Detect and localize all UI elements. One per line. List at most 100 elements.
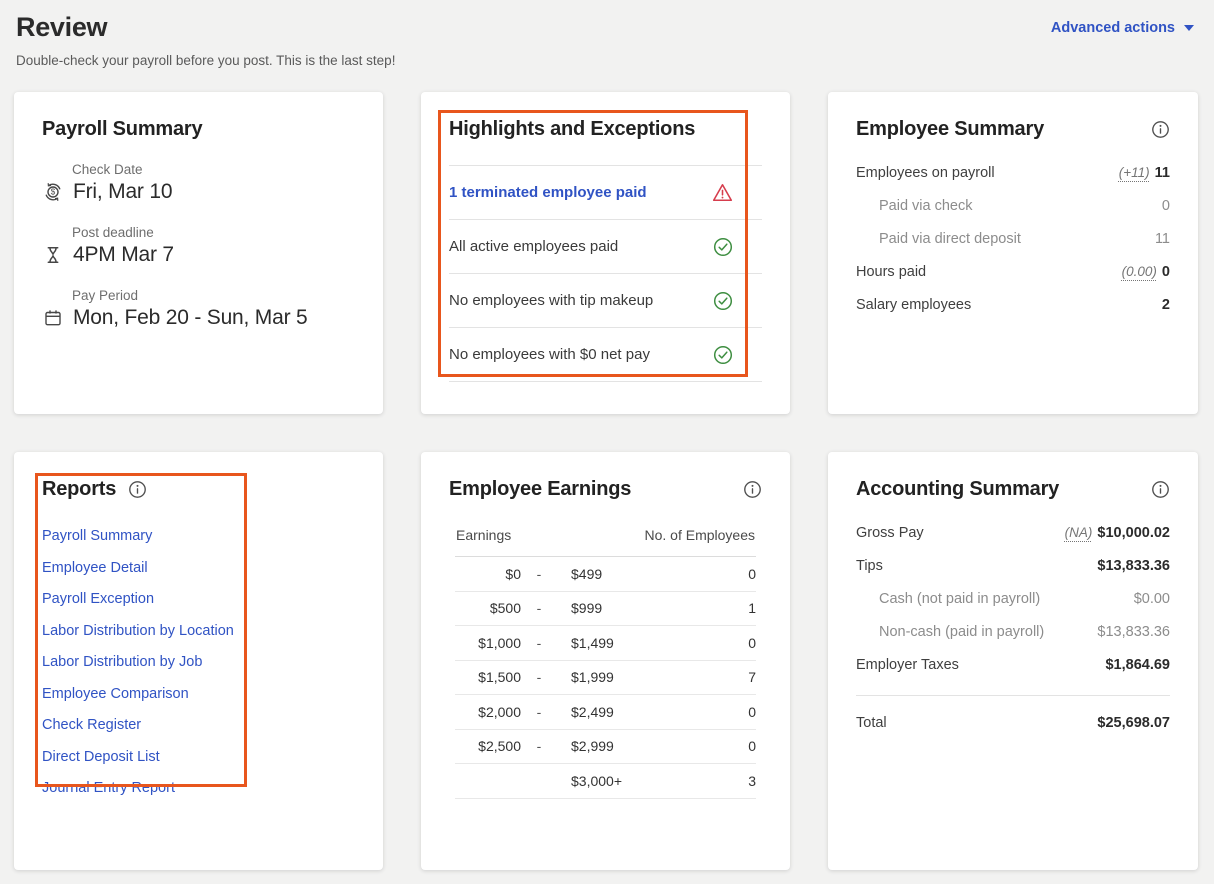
info-icon[interactable] bbox=[1151, 120, 1170, 139]
check-circle-icon bbox=[712, 236, 734, 258]
employee-count: 0 bbox=[686, 738, 756, 754]
highlight-row-tip-makeup: No employees with tip makeup bbox=[449, 274, 762, 328]
employee-count: 0 bbox=[686, 704, 756, 720]
row-value: 0 bbox=[1162, 198, 1170, 214]
employee-earnings-title: Employee Earnings bbox=[449, 478, 631, 501]
earnings-table: $0 - $499 0 $500 - $999 1 $1,000 - $1,49… bbox=[455, 556, 756, 799]
employee-count: 1 bbox=[686, 600, 756, 616]
total-label: Total bbox=[856, 715, 887, 731]
delta-annotation[interactable]: (NA) bbox=[1065, 525, 1093, 540]
row-label: Tips bbox=[856, 558, 883, 574]
check-date-item: Check Date $ Fri, Mar 10 bbox=[42, 162, 355, 204]
range-dash: - bbox=[521, 600, 557, 616]
post-deadline-label: Post deadline bbox=[72, 225, 355, 240]
cards-grid: Payroll Summary Check Date $ bbox=[14, 92, 1198, 870]
range-low: $1,500 bbox=[455, 669, 521, 685]
employee-summary-card: Employee Summary Employees on payroll (+… bbox=[828, 92, 1198, 414]
row-label: Employees on payroll bbox=[856, 165, 995, 181]
summary-row-salary-employees: Salary employees 2 bbox=[856, 297, 1170, 313]
summary-row-paid-via-check: Paid via check 0 bbox=[856, 198, 1170, 214]
range-high: $3,000+ bbox=[557, 773, 686, 789]
range-high: $2,999 bbox=[557, 738, 686, 754]
advanced-actions-button[interactable]: Advanced actions bbox=[1051, 20, 1194, 36]
range-high: $2,499 bbox=[557, 704, 686, 720]
range-high: $499 bbox=[557, 566, 686, 582]
info-icon[interactable] bbox=[128, 480, 147, 499]
check-circle-icon bbox=[712, 290, 734, 312]
employee-count: 0 bbox=[686, 566, 756, 582]
highlights-card: Highlights and Exceptions 1 terminated e… bbox=[421, 92, 790, 414]
info-icon[interactable] bbox=[743, 480, 762, 499]
table-row: $1,500 - $1,999 7 bbox=[455, 661, 756, 696]
report-link-employee-comparison[interactable]: Employee Comparison bbox=[42, 686, 355, 702]
employee-count: 3 bbox=[686, 773, 756, 789]
page-title: Review bbox=[16, 12, 1198, 43]
report-link-payroll-exception[interactable]: Payroll Exception bbox=[42, 591, 355, 607]
table-row: $0 - $499 0 bbox=[455, 557, 756, 592]
pay-period-label: Pay Period bbox=[72, 288, 355, 303]
row-label: Employer Taxes bbox=[856, 657, 959, 673]
warning-icon bbox=[711, 181, 734, 204]
report-link-employee-detail[interactable]: Employee Detail bbox=[42, 560, 355, 576]
range-low: $2,500 bbox=[455, 738, 521, 754]
info-icon[interactable] bbox=[1151, 480, 1170, 499]
check-date-value: Fri, Mar 10 bbox=[73, 180, 172, 204]
report-link-check-register[interactable]: Check Register bbox=[42, 717, 355, 733]
range-low: $0 bbox=[455, 566, 521, 582]
accounting-row-cash-tips: Cash (not paid in payroll) $0.00 bbox=[856, 591, 1170, 607]
employee-summary-title: Employee Summary bbox=[856, 118, 1044, 141]
table-row: $3,000+ 3 bbox=[455, 764, 756, 799]
calendar-icon bbox=[42, 307, 64, 329]
employee-count-column-header: No. of Employees bbox=[645, 527, 756, 543]
accounting-row-employer-taxes: Employer Taxes $1,864.69 bbox=[856, 657, 1170, 673]
range-low: $500 bbox=[455, 600, 521, 616]
range-high: $1,499 bbox=[557, 635, 686, 651]
row-value: 2 bbox=[1162, 297, 1170, 313]
range-high: $1,999 bbox=[557, 669, 686, 685]
row-label: Paid via check bbox=[856, 198, 973, 214]
check-date-label: Check Date bbox=[72, 162, 355, 177]
report-link-labor-distribution-by-job[interactable]: Labor Distribution by Job bbox=[42, 654, 355, 670]
accounting-row-gross-pay: Gross Pay (NA) $10,000.02 bbox=[856, 525, 1170, 541]
page-header: Review Double-check your payroll before … bbox=[16, 12, 1198, 68]
report-link-labor-distribution-by-location[interactable]: Labor Distribution by Location bbox=[42, 623, 355, 639]
row-value: $13,833.36 bbox=[1097, 624, 1170, 640]
earnings-column-header: Earnings bbox=[456, 527, 511, 543]
row-label: Salary employees bbox=[856, 297, 971, 313]
hourglass-icon bbox=[42, 244, 64, 266]
range-low: $1,000 bbox=[455, 635, 521, 651]
row-value: 11 bbox=[1155, 231, 1170, 247]
report-link-direct-deposit-list[interactable]: Direct Deposit List bbox=[42, 749, 355, 765]
accounting-summary-card: Accounting Summary Gross Pay (NA) $10,00… bbox=[828, 452, 1198, 870]
range-dash: - bbox=[521, 566, 557, 582]
dollar-cycle-icon: $ bbox=[42, 181, 64, 203]
report-link-journal-entry-report[interactable]: Journal Entry Report bbox=[42, 780, 355, 796]
range-dash: - bbox=[521, 635, 557, 651]
accounting-row-total: Total $25,698.07 bbox=[856, 715, 1170, 731]
pay-period-item: Pay Period Mon, Feb 20 - Sun, Mar 5 bbox=[42, 288, 355, 330]
delta-annotation[interactable]: (+11) bbox=[1119, 165, 1150, 180]
row-value: 11 bbox=[1155, 165, 1170, 181]
row-value: $13,833.36 bbox=[1097, 558, 1170, 574]
row-label: Cash (not paid in payroll) bbox=[856, 591, 1040, 607]
report-link-payroll-summary[interactable]: Payroll Summary bbox=[42, 528, 355, 544]
payroll-summary-title: Payroll Summary bbox=[42, 118, 355, 141]
table-row: $2,000 - $2,499 0 bbox=[455, 695, 756, 730]
highlight-row-zero-net-pay: No employees with $0 net pay bbox=[449, 328, 762, 382]
highlight-label: No employees with $0 net pay bbox=[449, 346, 650, 363]
terminated-employee-link[interactable]: 1 terminated employee paid bbox=[449, 184, 647, 201]
summary-row-hours-paid: Hours paid (0.00) 0 bbox=[856, 264, 1170, 280]
table-row: $500 - $999 1 bbox=[455, 592, 756, 627]
earnings-table-header: Earnings No. of Employees bbox=[456, 527, 755, 543]
table-row: $2,500 - $2,999 0 bbox=[455, 730, 756, 765]
reports-title: Reports bbox=[42, 478, 116, 501]
divider bbox=[856, 695, 1170, 696]
review-page: Review Double-check your payroll before … bbox=[0, 0, 1214, 884]
employee-count: 7 bbox=[686, 669, 756, 685]
payroll-summary-card: Payroll Summary Check Date $ bbox=[14, 92, 383, 414]
delta-annotation[interactable]: (0.00) bbox=[1122, 264, 1157, 279]
row-label: Paid via direct deposit bbox=[856, 231, 1021, 247]
range-dash: - bbox=[521, 738, 557, 754]
table-row: $1,000 - $1,499 0 bbox=[455, 626, 756, 661]
range-high: $999 bbox=[557, 600, 686, 616]
